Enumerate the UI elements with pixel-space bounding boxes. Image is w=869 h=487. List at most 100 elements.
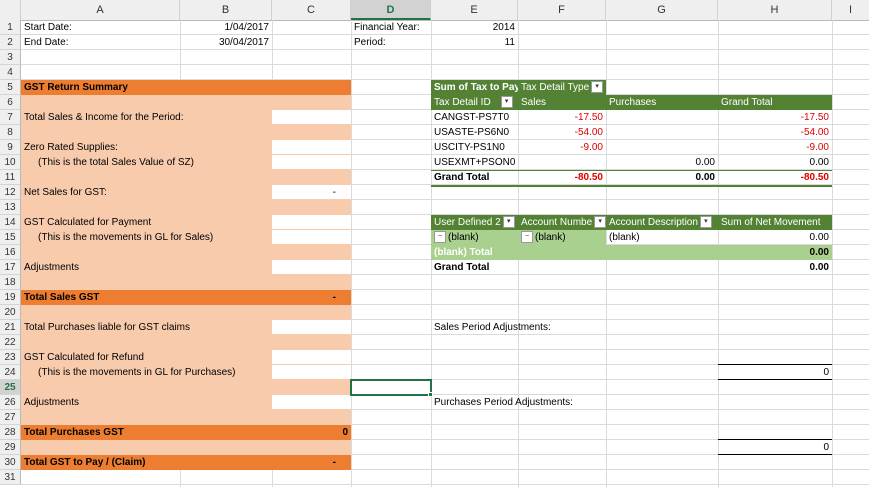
collapse-icon[interactable]: − xyxy=(521,231,533,244)
pivot1-row-total[interactable]: -17.50 xyxy=(718,110,832,125)
column-header-b[interactable]: B xyxy=(180,0,272,20)
pivot1-row-sales[interactable]: -17.50 xyxy=(518,110,606,125)
row-header[interactable]: 29 xyxy=(0,440,21,455)
row-header[interactable]: 17 xyxy=(0,260,21,275)
row-header[interactable]: 23 xyxy=(0,350,21,365)
pivot1-row-sales[interactable]: -54.00 xyxy=(518,125,606,140)
pivot1-row-total[interactable]: -54.00 xyxy=(718,125,832,140)
filter-dropdown-icon[interactable]: ▾ xyxy=(594,216,606,229)
row-header[interactable]: 27 xyxy=(0,410,21,425)
row-header[interactable]: 30 xyxy=(0,455,21,470)
row-header[interactable]: 5 xyxy=(0,80,21,95)
total-purchases-input[interactable] xyxy=(272,320,351,334)
row-header[interactable]: 16 xyxy=(0,245,21,260)
purchases-period-adjustments-label: Purchases Period Adjustments: xyxy=(434,397,573,408)
column-header-d[interactable]: D xyxy=(351,0,431,20)
gst-refund-note-input[interactable] xyxy=(272,365,351,379)
row-header[interactable]: 12 xyxy=(0,185,21,200)
column-header-e[interactable]: E xyxy=(431,0,518,20)
pivot1-row-total[interactable]: 0.00 xyxy=(718,155,832,170)
row-header[interactable]: 1 xyxy=(0,20,21,35)
row-header[interactable]: 9 xyxy=(0,140,21,155)
collapse-icon[interactable]: − xyxy=(434,231,446,244)
pivot1-row-sales[interactable]: -9.00 xyxy=(518,140,606,155)
filter-dropdown-icon[interactable]: ▾ xyxy=(591,81,604,94)
pivot2-r1-account[interactable]: − (blank) xyxy=(518,230,606,245)
end-date-label: End Date: xyxy=(24,37,69,48)
pivot1-row-id[interactable]: CANGST-PS7T0 xyxy=(431,110,518,125)
fill-handle[interactable] xyxy=(428,392,433,397)
total-sales-input[interactable] xyxy=(272,110,351,124)
column-header-f[interactable]: F xyxy=(518,0,606,20)
row-header-selected[interactable]: 25 xyxy=(0,380,21,395)
row-header[interactable]: 4 xyxy=(0,65,21,80)
pivot1-row-purchases[interactable] xyxy=(606,140,718,155)
pivot1-row-total[interactable]: -9.00 xyxy=(718,140,832,155)
pivot2-r1-description[interactable]: (blank) xyxy=(606,230,718,245)
gst-refund-input[interactable] xyxy=(272,350,351,364)
row-header[interactable]: 10 xyxy=(0,155,21,170)
pivot1-row-sales[interactable] xyxy=(518,155,606,170)
pivot2-field-account-description[interactable]: Account Description ▾ xyxy=(606,215,718,230)
pivot1-grand-total: -80.50 xyxy=(800,172,829,183)
pivot2-field-account-number[interactable]: Account Numbe ▾ xyxy=(518,215,606,230)
pivot1-row-id[interactable]: USEXMT+PSON0 xyxy=(431,155,518,170)
row-header[interactable]: 21 xyxy=(0,320,21,335)
sales-period-adjustments-value[interactable]: 0 xyxy=(718,365,832,380)
column-header-g[interactable]: G xyxy=(606,0,718,20)
filter-dropdown-icon[interactable]: ▾ xyxy=(699,216,712,229)
row-header[interactable]: 11 xyxy=(0,170,21,185)
pivot1-row-field[interactable]: Tax Detail ID ▾ xyxy=(431,95,518,110)
zero-rated-input[interactable] xyxy=(272,140,351,154)
gst-refund-label: GST Calculated for Refund xyxy=(24,352,144,363)
row-header[interactable]: 14 xyxy=(0,215,21,230)
row-header[interactable]: 8 xyxy=(0,125,21,140)
select-all-corner[interactable] xyxy=(0,0,21,20)
pivot1-row-id[interactable]: USASTE-PS6N0 xyxy=(431,125,518,140)
row-header[interactable]: 2 xyxy=(0,35,21,50)
row-header[interactable]: 19 xyxy=(0,290,21,305)
gst-title: GST Return Summary xyxy=(24,82,128,93)
end-date-value[interactable]: 30/04/2017 xyxy=(180,35,272,50)
gst-payment-input[interactable] xyxy=(272,215,351,229)
financial-year-value[interactable]: 2014 xyxy=(431,20,518,35)
column-header-h[interactable]: H xyxy=(718,0,832,20)
start-date-value[interactable]: 1/04/2017 xyxy=(180,20,272,35)
row-header[interactable]: 18 xyxy=(0,275,21,290)
purchases-period-adjustments-value[interactable]: 0 xyxy=(718,440,832,455)
pivot2-field-user-defined[interactable]: User Defined 2 ▾ xyxy=(431,215,518,230)
gst-payment-note-input[interactable] xyxy=(272,230,351,244)
row-header[interactable]: 26 xyxy=(0,395,21,410)
row-header[interactable]: 6 xyxy=(0,95,21,110)
pivot2-r1-user-defined[interactable]: − (blank) xyxy=(431,230,518,245)
filter-dropdown-icon[interactable]: ▾ xyxy=(502,216,515,229)
row-header[interactable]: 24 xyxy=(0,365,21,380)
pivot1-column-field[interactable]: Tax Detail Type ▾ xyxy=(518,80,606,95)
column-header-c[interactable]: C xyxy=(272,0,351,20)
pivot1-row-purchases[interactable] xyxy=(606,125,718,140)
filter-dropdown-icon[interactable]: ▾ xyxy=(500,96,513,109)
adjustments-input[interactable] xyxy=(272,260,351,274)
row-header[interactable]: 7 xyxy=(0,110,21,125)
period-value[interactable]: 11 xyxy=(431,35,518,50)
adjustments2-input[interactable] xyxy=(272,395,351,409)
row-header[interactable]: 13 xyxy=(0,200,21,215)
row-header[interactable]: 31 xyxy=(0,470,21,485)
spreadsheet-grid[interactable]: A B C D E F G H I 1 2 3 4 5 6 7 8 9 10 1… xyxy=(0,0,869,487)
column-header-i[interactable]: I xyxy=(832,0,869,20)
total-purchases-gst-value: 0 xyxy=(342,427,348,438)
row-header[interactable]: 28 xyxy=(0,425,21,440)
gst-refund-note: (This is the movements in GL for Purchas… xyxy=(38,367,236,378)
pivot1-row-id[interactable]: USCITY-PS1N0 xyxy=(431,140,518,155)
row-header[interactable]: 3 xyxy=(0,50,21,65)
row-header[interactable]: 22 xyxy=(0,335,21,350)
pivot1-value-header: Sum of Tax to Pay xyxy=(434,82,518,93)
row-header[interactable]: 15 xyxy=(0,230,21,245)
column-header-a[interactable]: A xyxy=(21,0,180,20)
pivot1-row-purchases[interactable]: 0.00 xyxy=(606,155,718,170)
zero-rated-note-input[interactable] xyxy=(272,155,351,169)
row-header[interactable]: 20 xyxy=(0,305,21,320)
pivot2-r1-value[interactable]: 0.00 xyxy=(718,230,832,245)
pivot1-row-purchases[interactable] xyxy=(606,110,718,125)
active-cell-d25[interactable] xyxy=(350,379,432,396)
